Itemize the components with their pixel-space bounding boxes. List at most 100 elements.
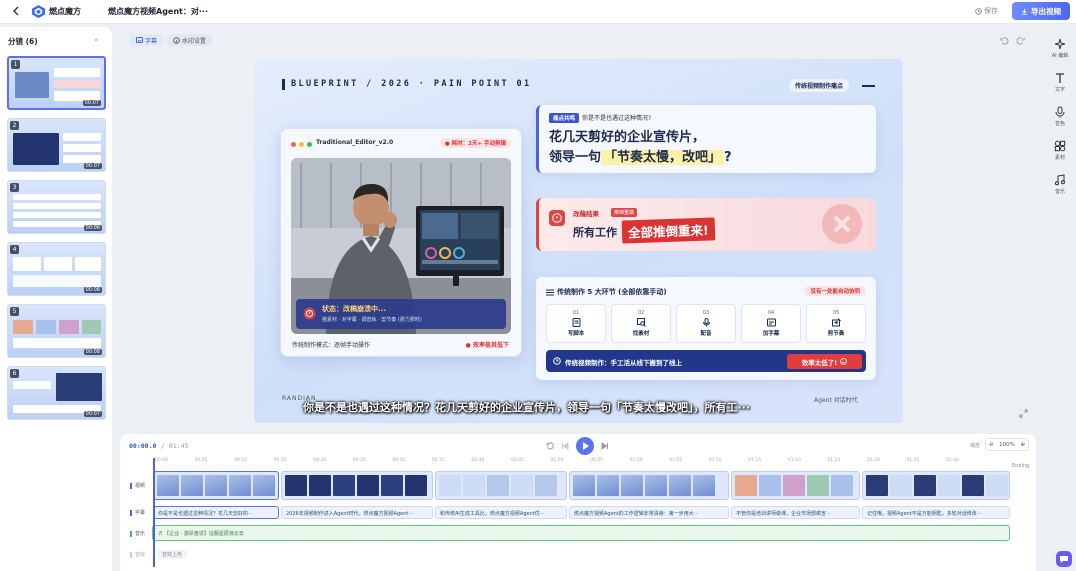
subtitle-clip[interactable]: 和传统AI生成工具比，燃点魔方视频Agent优··· <box>435 506 567 519</box>
editor-tabs: 字幕 水印设置 <box>130 34 213 46</box>
skip-back-icon[interactable] <box>561 442 569 450</box>
step-label: 加字幕 <box>762 331 780 337</box>
ruler-tick: 00:45 <box>510 458 524 463</box>
process-bar-text: 传统视频制作：手工活从线下搬到了线上 <box>565 359 682 367</box>
music-note-icon <box>1055 174 1065 186</box>
storyboard-num: 4 <box>10 245 19 254</box>
download-icon <box>1021 8 1028 15</box>
storyboard-header: 分镜 (6) <box>8 37 38 46</box>
storyboard-item-3[interactable]: 3 00:06 <box>7 180 106 234</box>
video-clip[interactable] <box>435 471 567 500</box>
chat-assistant-button[interactable] <box>1056 551 1072 567</box>
ruler-tick: 01:25 <box>827 458 841 463</box>
caption-icon <box>766 318 776 327</box>
preview-canvas[interactable]: BLUEPRINT / 2026 · PAIN POINT 01 传统视频制作痛… <box>254 59 903 423</box>
step-card: 02 找素材 <box>611 304 671 343</box>
redo-icon[interactable] <box>1016 36 1025 45</box>
project-title[interactable]: 燃点魔方视频Agent：对··· <box>108 6 208 17</box>
replay-icon[interactable] <box>546 442 554 450</box>
video-clip[interactable] <box>862 471 1010 500</box>
music-clip[interactable]: ♬ 【企业 · 激昂奋进】征服星辰浪云去 <box>152 525 1010 541</box>
skip-forward-icon[interactable] <box>601 442 609 450</box>
video-clip[interactable] <box>731 471 860 500</box>
logo-icon <box>31 4 46 19</box>
ruler-tick: 01:20 <box>787 458 801 463</box>
tool-text[interactable]: 文字 <box>1044 72 1076 106</box>
tool-music[interactable]: 音乐 <box>1044 174 1076 208</box>
storyboard-duration: 00:07 <box>82 100 101 106</box>
ruler-tick: 01:40 <box>946 458 960 463</box>
storyboard-item-2[interactable]: 2 00:07 <box>7 118 106 172</box>
ending-label: Ending <box>1012 463 1030 469</box>
search-media-icon <box>636 318 646 327</box>
process-card: 传统制作 5 大环节 (全部依靠手动) 没有一处能自动协同 01 写脚本 02 … <box>536 277 876 380</box>
tool-ai-edit[interactable]: AI 编辑 <box>1044 38 1076 72</box>
video-clip[interactable] <box>281 471 433 500</box>
list-icon <box>546 289 554 295</box>
text-icon <box>1056 73 1064 83</box>
info-icon <box>173 36 180 44</box>
play-button[interactable] <box>576 437 594 455</box>
track-name: 视频 <box>135 483 146 489</box>
fullscreen-icon[interactable] <box>1019 409 1028 418</box>
track-name: 音效 <box>135 552 146 558</box>
tool-label: 文字 <box>1054 87 1065 93</box>
zoom-control[interactable]: ⊖ 100% ⊕ <box>985 438 1029 451</box>
storyboard-item-5[interactable]: 5 00:08 <box>7 304 106 358</box>
tool-label: 素材 <box>1054 155 1065 161</box>
ruler-tick: 01:30 <box>866 458 880 463</box>
storyboard-num: 5 <box>10 307 19 316</box>
storyboard-item-4[interactable]: 4 00:08 <box>7 242 106 296</box>
tool-label: 音乐 <box>1054 189 1065 195</box>
storyboard-panel: 分镜 (6) « 1 00:07 2 00:07 3 00:06 4 00:08 <box>0 27 112 571</box>
tool-label: AI 编辑 <box>1051 53 1069 59</box>
time-ruler[interactable]: 00:00 00:05 00:10 00:15 00:20 00:25 00:30 00:35… <box>153 458 1010 467</box>
step-label: 找素材 <box>632 331 650 337</box>
zoom-out-icon[interactable]: ⊖ <box>989 442 994 448</box>
zoom-value: 100% <box>999 441 1015 448</box>
ruler-tick: 01:10 <box>708 458 722 463</box>
tab-watermark[interactable]: 水印设置 <box>167 34 213 46</box>
ruler-tick: 01:00 <box>629 458 643 463</box>
subtitle-clip[interactable]: 燃点魔方视频Agent的工作逻辑非常清晰：第一步用大··· <box>569 506 729 519</box>
process-title-row: 传统制作 5 大环节 (全部依靠手动) <box>546 287 667 297</box>
blueprint-title: BLUEPRINT / 2026 · PAIN POINT 01 <box>291 79 532 89</box>
back-arrow-icon[interactable] <box>10 5 22 17</box>
storyboard-duration: 00:07 <box>83 411 102 417</box>
save-status[interactable]: 保存 <box>975 6 998 16</box>
add-sfx-button[interactable]: 音效上传 <box>157 550 188 559</box>
tool-voice[interactable]: 音色 <box>1044 106 1076 140</box>
storyboard-item-6[interactable]: 6 00:07 <box>7 366 106 420</box>
step-card: 05 剪节奏 <box>806 304 866 343</box>
subtitle-clip[interactable]: 记住哦，视频Agent不是万能钥匙，多轮对话修改··· <box>862 506 1010 519</box>
export-video-button[interactable]: 导出视频 <box>1012 2 1070 20</box>
storyboard-duration: 00:07 <box>83 163 102 169</box>
clock-icon <box>553 357 561 365</box>
video-clip[interactable] <box>153 471 279 500</box>
double-chevron-left-icon[interactable]: « <box>94 36 98 44</box>
process-warning: 没有一处能自动协同 <box>804 286 866 296</box>
step-label: 配音 <box>700 331 712 337</box>
microphone-icon <box>1055 106 1065 118</box>
tab-subtitle[interactable]: 字幕 <box>130 34 164 46</box>
step-number: 02 <box>637 310 645 316</box>
track-name: 音乐 <box>135 531 146 537</box>
video-clip[interactable] <box>569 471 729 500</box>
tool-media[interactable]: 素材 <box>1044 140 1076 174</box>
footer-right: Agent 对话时代 <box>814 397 858 404</box>
ruler-tick: 00:10 <box>234 458 248 463</box>
subtitle-clip[interactable]: 你是不是也遇过这种情况？花几天剪好的··· <box>153 506 279 519</box>
step-number: 05 <box>832 310 840 316</box>
playhead[interactable] <box>153 458 155 567</box>
step-card: 03 配音 <box>676 304 736 343</box>
step-label: 写脚本 <box>567 331 585 337</box>
storyboard-item-1[interactable]: 1 00:07 <box>7 56 106 110</box>
result-sublabel: 推倒重做 <box>611 208 638 217</box>
subtitle-clip[interactable]: 不管你是培训讲师做课，企业市场部做宣··· <box>731 506 860 519</box>
subtitle-clip[interactable]: 2026年视频制作进入Agent时代。燃点魔方视频Agent··· <box>281 506 433 519</box>
zoom-in-icon[interactable]: ⊕ <box>1021 442 1026 448</box>
ruler-tick: 00:55 <box>590 458 604 463</box>
undo-icon[interactable] <box>1000 36 1009 45</box>
subtitle-overlay[interactable]: 你是不是也遇过这种情况？花几天剪好的企业宣传片，领导一句「节奏太慢改吧」，所有工… <box>303 399 750 415</box>
storyboard-duration: 00:06 <box>83 225 102 231</box>
